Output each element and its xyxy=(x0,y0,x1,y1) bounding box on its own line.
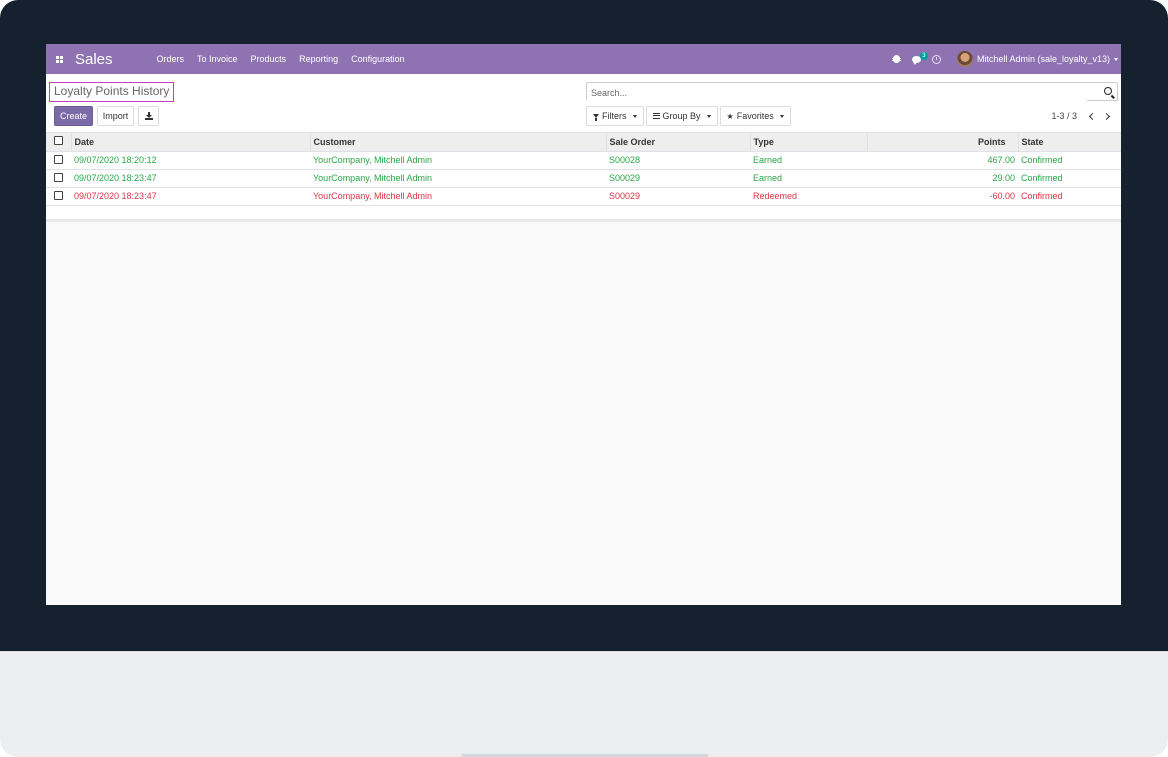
menu-configuration[interactable]: Configuration xyxy=(345,44,412,74)
search-options: Filters Group By ★ Favorites xyxy=(586,106,793,126)
clock-icon xyxy=(932,54,942,64)
search-input[interactable] xyxy=(587,84,1087,102)
cell-type: Earned xyxy=(750,169,867,188)
menu-reporting[interactable]: Reporting xyxy=(293,44,345,74)
cell-state: Confirmed xyxy=(1018,151,1121,170)
cell-date: 09/07/2020 18:23:47 xyxy=(71,187,310,206)
row-select-cell xyxy=(46,169,71,188)
bug-icon xyxy=(892,55,902,63)
table-row[interactable]: 09/07/2020 18:20:12 YourCompany, Mitchel… xyxy=(46,151,1121,170)
debug-button[interactable] xyxy=(887,44,907,74)
user-menu[interactable]: Mitchell Admin (sale_loyalty_v13) xyxy=(956,51,1118,67)
bars-icon xyxy=(652,113,660,119)
pager-next-button[interactable] xyxy=(1099,109,1113,123)
cell-sale-order: S00029 xyxy=(606,187,750,206)
pager-value[interactable]: 1-3 / 3 xyxy=(1051,111,1077,121)
cell-state: Confirmed xyxy=(1018,187,1121,206)
row-checkbox[interactable] xyxy=(54,172,63,182)
cell-customer: YourCompany, Mitchell Admin xyxy=(310,187,606,206)
cell-customer: YourCompany, Mitchell Admin xyxy=(310,169,606,188)
column-state[interactable]: State xyxy=(1018,133,1121,152)
menu-orders[interactable]: Orders xyxy=(150,44,191,74)
row-select-cell xyxy=(46,151,71,170)
filters-label: Filters xyxy=(602,111,627,121)
cell-type: Redeemed xyxy=(750,187,867,206)
menu-to-invoice[interactable]: To Invoice xyxy=(191,44,245,74)
cell-sale-order: S00028 xyxy=(606,151,750,170)
cell-customer: YourCompany, Mitchell Admin xyxy=(310,151,606,170)
filter-icon xyxy=(593,114,599,121)
cell-date: 09/07/2020 18:20:12 xyxy=(71,151,310,170)
loyalty-history-table: Date Customer Sale Order Type Points Sta… xyxy=(46,133,1121,206)
cell-points: 467.00 xyxy=(867,151,1018,170)
column-type[interactable]: Type xyxy=(750,133,868,152)
table-row[interactable]: 09/07/2020 18:23:47 YourCompany, Mitchel… xyxy=(46,187,1121,206)
search-bar xyxy=(586,82,1118,102)
list-footer xyxy=(46,205,1121,222)
top-navbar: Sales Orders To Invoice Products Reporti… xyxy=(46,44,1121,74)
apps-menu-button[interactable] xyxy=(50,44,68,74)
filters-dropdown[interactable]: Filters xyxy=(586,106,644,126)
column-sale-order[interactable]: Sale Order xyxy=(606,133,751,152)
navbar-systray: 3 Mitchell Admin (sale_loyalty_v13) xyxy=(887,44,1121,74)
control-panel: Loyalty Points History Create Import Fil… xyxy=(46,74,1121,133)
row-checkbox[interactable] xyxy=(54,190,63,200)
download-icon xyxy=(144,112,153,120)
favorites-dropdown[interactable]: ★ Favorites xyxy=(719,106,791,126)
list-view: Date Customer Sale Order Type Points Sta… xyxy=(46,133,1121,222)
export-button[interactable] xyxy=(138,106,159,126)
breadcrumb: Loyalty Points History xyxy=(49,82,175,102)
table-header-row: Date Customer Sale Order Type Points Sta… xyxy=(46,133,1121,152)
avatar xyxy=(956,51,973,67)
caret-down-icon xyxy=(706,114,711,118)
activities-button[interactable] xyxy=(927,44,947,74)
column-points[interactable]: Points xyxy=(867,133,1019,152)
pager-previous-button[interactable] xyxy=(1085,109,1099,123)
column-date[interactable]: Date xyxy=(71,133,311,152)
caret-down-icon xyxy=(1114,57,1118,61)
cell-date: 09/07/2020 18:23:47 xyxy=(71,169,310,188)
search-icon[interactable] xyxy=(1104,87,1112,95)
table-row[interactable]: 09/07/2020 18:23:47 YourCompany, Mitchel… xyxy=(46,169,1121,188)
column-customer[interactable]: Customer xyxy=(310,133,607,152)
app-screen: Sales Orders To Invoice Products Reporti… xyxy=(46,44,1121,605)
cell-sale-order: S00029 xyxy=(606,169,750,188)
select-all-cell xyxy=(46,133,72,152)
chevron-right-icon xyxy=(1102,112,1110,120)
groupby-label: Group By xyxy=(662,111,701,121)
menu-products[interactable]: Products xyxy=(244,44,293,74)
cell-points: 29.00 xyxy=(867,169,1018,188)
monitor-chin xyxy=(0,651,1168,757)
groupby-dropdown[interactable]: Group By xyxy=(645,106,718,126)
import-button[interactable]: Import xyxy=(97,106,134,126)
select-all-checkbox[interactable] xyxy=(53,136,63,146)
row-select-cell xyxy=(46,187,71,206)
cell-state: Confirmed xyxy=(1018,169,1121,188)
cell-points: -60.00 xyxy=(867,187,1018,206)
apps-grid-icon xyxy=(55,55,63,63)
pager: 1-3 / 3 xyxy=(1051,109,1113,123)
app-brand[interactable]: Sales xyxy=(75,51,145,68)
star-icon: ★ xyxy=(726,111,734,121)
row-checkbox[interactable] xyxy=(54,154,63,164)
cell-type: Earned xyxy=(750,151,867,170)
main-menu: Orders To Invoice Products Reporting Con… xyxy=(150,44,411,74)
caret-down-icon xyxy=(632,114,637,118)
chevron-left-icon xyxy=(1088,112,1096,120)
create-button[interactable]: Create xyxy=(54,106,93,126)
favorites-label: Favorites xyxy=(736,111,774,121)
user-name: Mitchell Admin (sale_loyalty_v13) xyxy=(976,54,1110,64)
messaging-button[interactable]: 3 xyxy=(907,44,928,74)
caret-down-icon xyxy=(779,114,784,118)
device-frame: Sales Orders To Invoice Products Reporti… xyxy=(0,0,1168,757)
